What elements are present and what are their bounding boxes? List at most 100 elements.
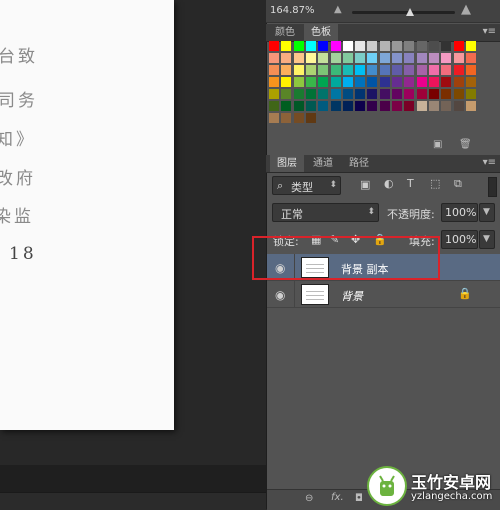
color-swatch[interactable] xyxy=(392,89,402,99)
color-swatch[interactable] xyxy=(379,41,390,51)
color-swatch[interactable] xyxy=(453,53,464,63)
color-swatch[interactable] xyxy=(355,101,366,111)
color-swatch[interactable] xyxy=(293,65,304,75)
color-swatch[interactable] xyxy=(392,65,402,75)
color-swatch[interactable] xyxy=(465,77,476,87)
color-swatch[interactable] xyxy=(441,53,452,63)
tab-color[interactable]: 颜色 xyxy=(268,24,302,41)
color-swatch[interactable] xyxy=(453,101,464,111)
color-swatch[interactable] xyxy=(330,65,341,75)
color-swatch[interactable] xyxy=(281,53,292,63)
delete-swatch-icon[interactable]: 🗑 xyxy=(459,139,472,150)
color-swatch[interactable] xyxy=(330,89,341,99)
color-swatch[interactable] xyxy=(318,101,329,111)
color-swatch[interactable] xyxy=(305,65,316,75)
color-swatch[interactable] xyxy=(305,53,316,63)
color-swatch[interactable] xyxy=(379,101,390,111)
color-swatch[interactable] xyxy=(269,101,279,111)
color-swatch[interactable] xyxy=(293,53,304,63)
filter-toggle[interactable] xyxy=(488,177,497,197)
color-swatch[interactable] xyxy=(318,77,329,87)
color-swatch[interactable] xyxy=(330,41,341,51)
opacity-input[interactable]: 100% xyxy=(441,203,478,222)
color-swatch[interactable] xyxy=(367,89,378,99)
color-swatch[interactable] xyxy=(404,77,415,87)
color-swatch[interactable] xyxy=(379,65,390,75)
color-swatch[interactable] xyxy=(416,77,427,87)
color-swatch[interactable] xyxy=(342,77,353,87)
color-swatch[interactable] xyxy=(416,53,427,63)
color-swatch[interactable] xyxy=(392,53,402,63)
blend-mode-select[interactable]: 正常 ⬍ xyxy=(272,203,379,222)
color-swatch[interactable] xyxy=(355,89,366,99)
color-swatch[interactable] xyxy=(269,53,279,63)
tab-swatches[interactable]: 色板 xyxy=(304,24,338,41)
color-swatch[interactable] xyxy=(281,89,292,99)
color-swatch[interactable] xyxy=(342,53,353,63)
color-swatch[interactable] xyxy=(367,65,378,75)
filter-text-icon[interactable]: T xyxy=(407,177,414,190)
panel-menu-icon[interactable]: ▾≡ xyxy=(483,26,496,37)
color-swatch[interactable] xyxy=(441,101,452,111)
color-swatch[interactable] xyxy=(465,41,476,51)
color-swatch[interactable] xyxy=(355,65,366,75)
color-swatch[interactable] xyxy=(367,53,378,63)
color-swatch[interactable] xyxy=(318,41,329,51)
color-swatch[interactable] xyxy=(318,65,329,75)
add-mask-icon[interactable]: ◘ xyxy=(355,493,363,504)
fill-input[interactable]: 100% xyxy=(441,230,478,249)
color-swatch[interactable] xyxy=(305,101,316,111)
eye-icon[interactable]: ◉ xyxy=(275,288,285,302)
color-swatch[interactable] xyxy=(379,77,390,87)
zoom-in-icon[interactable]: ▲ xyxy=(461,2,471,17)
color-swatch[interactable] xyxy=(428,65,439,75)
filter-pixel-icon[interactable]: ▣ xyxy=(360,178,370,191)
color-swatch[interactable] xyxy=(293,77,304,87)
color-swatch[interactable] xyxy=(465,101,476,111)
color-swatch[interactable] xyxy=(281,65,292,75)
fill-dropdown[interactable]: ▼ xyxy=(479,230,495,249)
color-swatch[interactable] xyxy=(441,41,452,51)
color-swatch[interactable] xyxy=(404,65,415,75)
color-swatch[interactable] xyxy=(416,89,427,99)
color-swatch[interactable] xyxy=(465,65,476,75)
color-swatch[interactable] xyxy=(428,77,439,87)
color-swatch[interactable] xyxy=(404,101,415,111)
zoom-value[interactable]: 164.87% xyxy=(270,5,315,16)
color-swatch[interactable] xyxy=(305,41,316,51)
color-swatch[interactable] xyxy=(428,53,439,63)
color-swatch[interactable] xyxy=(269,77,279,87)
color-swatch[interactable] xyxy=(281,113,292,123)
color-swatch[interactable] xyxy=(355,77,366,87)
color-swatch[interactable] xyxy=(404,89,415,99)
color-swatch[interactable] xyxy=(305,89,316,99)
color-swatch[interactable] xyxy=(367,77,378,87)
color-swatch[interactable] xyxy=(293,89,304,99)
color-swatch[interactable] xyxy=(441,77,452,87)
tab-paths[interactable]: 路径 xyxy=(342,155,376,172)
tab-channels[interactable]: 通道 xyxy=(306,155,340,172)
color-swatch[interactable] xyxy=(453,65,464,75)
layer-row-background[interactable]: ◉ 背景 🔒 xyxy=(267,281,500,308)
color-swatch[interactable] xyxy=(453,77,464,87)
color-swatch[interactable] xyxy=(367,41,378,51)
color-swatch[interactable] xyxy=(379,53,390,63)
color-swatch[interactable] xyxy=(416,65,427,75)
color-swatch[interactable] xyxy=(441,65,452,75)
color-swatch[interactable] xyxy=(392,101,402,111)
color-swatch[interactable] xyxy=(392,41,402,51)
color-swatch[interactable] xyxy=(428,41,439,51)
color-swatch[interactable] xyxy=(379,89,390,99)
color-swatch[interactable] xyxy=(355,53,366,63)
color-swatch[interactable] xyxy=(293,113,304,123)
color-swatch[interactable] xyxy=(342,101,353,111)
zoom-out-icon[interactable]: ▲ xyxy=(334,4,342,15)
color-swatch[interactable] xyxy=(453,89,464,99)
filter-adjustment-icon[interactable]: ◐ xyxy=(384,177,394,190)
color-swatch[interactable] xyxy=(355,41,366,51)
layer-filter-select[interactable]: ⌕ 类型 ⬍ xyxy=(272,176,341,195)
color-swatch[interactable] xyxy=(441,89,452,99)
color-swatch[interactable] xyxy=(269,65,279,75)
color-swatch[interactable] xyxy=(330,101,341,111)
color-swatch[interactable] xyxy=(305,77,316,87)
